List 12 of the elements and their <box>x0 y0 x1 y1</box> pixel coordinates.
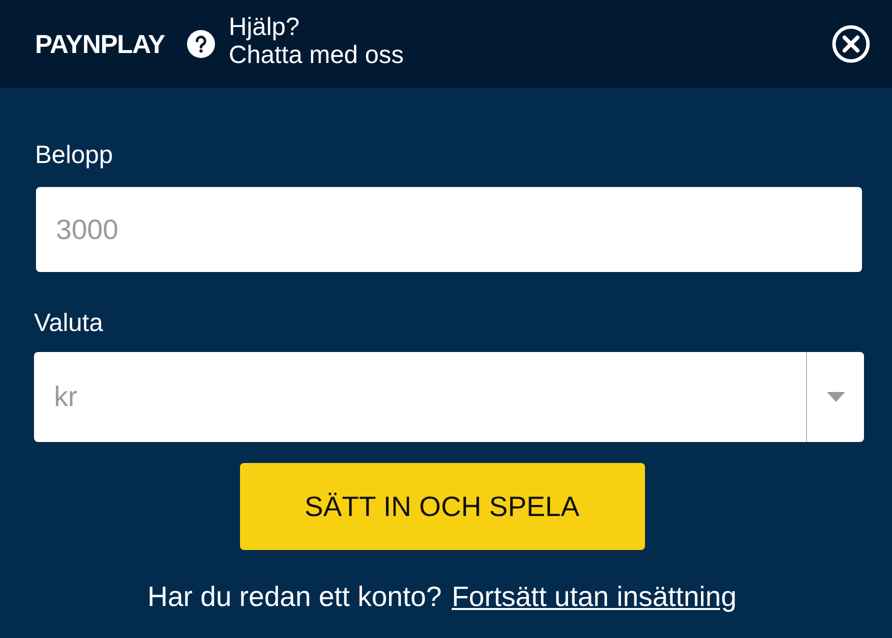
chat-link[interactable]: Chatta med oss <box>228 41 404 69</box>
deposit-button[interactable]: SÄTT IN OCH SPELA <box>240 463 644 550</box>
help-icon[interactable] <box>186 30 215 58</box>
help-title[interactable]: Hjälp? <box>228 13 404 41</box>
field-label: Valuta <box>34 308 104 338</box>
continue-link[interactable]: Fortsätt utan insättning <box>452 576 737 618</box>
account-question: Har du redan ett konto? <box>147 580 442 614</box>
field-label: Belopp <box>35 140 114 170</box>
caret-icon <box>826 392 844 402</box>
logo-text: PAYNPLAY <box>35 28 165 60</box>
amount-field[interactable]: 3000 <box>36 187 862 272</box>
close-icon[interactable] <box>830 23 872 65</box>
